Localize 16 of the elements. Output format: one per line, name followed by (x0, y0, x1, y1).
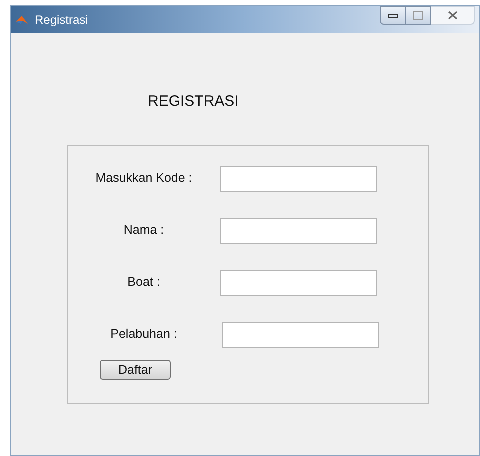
minimize-button[interactable] (380, 6, 406, 25)
text-field[interactable] (220, 166, 377, 192)
text-field[interactable] (220, 270, 377, 296)
field-label: Masukkan Kode : (96, 170, 192, 188)
field-label: Pelabuhan : (110, 326, 178, 344)
form-heading: REGISTRASI (148, 92, 239, 112)
minimize-icon (388, 14, 398, 18)
field-label: Nama : (124, 222, 164, 240)
close-icon (448, 11, 458, 20)
close-button[interactable] (431, 6, 475, 25)
text-field[interactable] (222, 322, 379, 348)
text-field[interactable] (220, 218, 377, 244)
maximize-icon (413, 11, 423, 20)
field-label: Boat : (128, 274, 160, 292)
register-button[interactable]: Daftar (100, 360, 171, 380)
window-title: Registrasi (35, 12, 88, 28)
